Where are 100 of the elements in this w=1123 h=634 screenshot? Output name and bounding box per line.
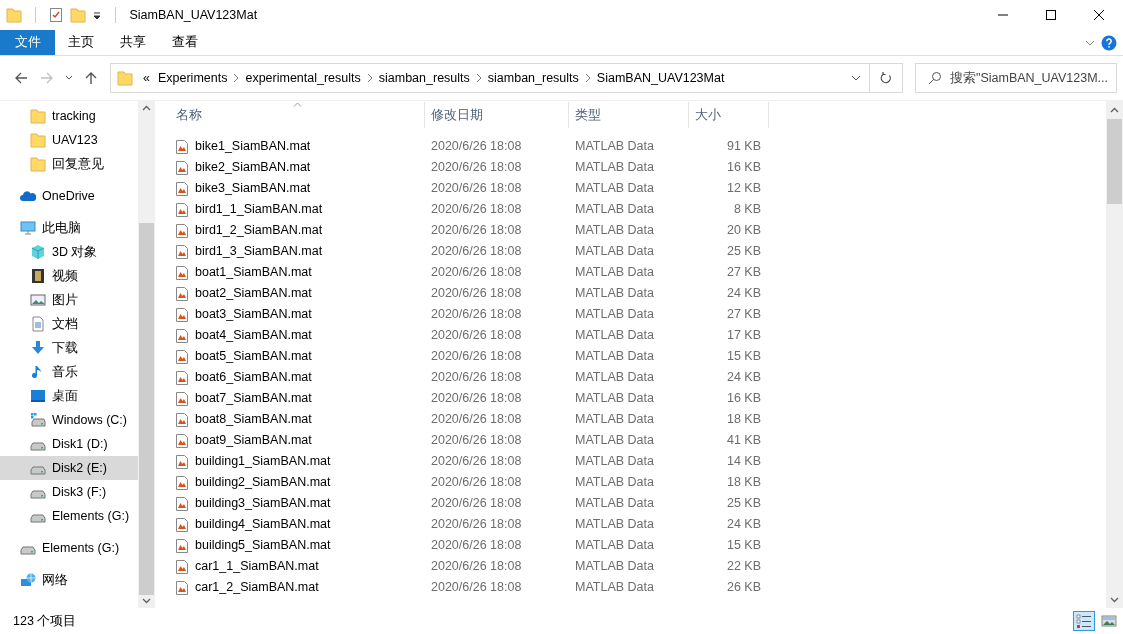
sidebar-item[interactable]: UAV123 [0, 128, 138, 152]
table-cell-text: 22 KB [725, 558, 762, 576]
folder-icon [30, 108, 46, 124]
search-field[interactable]: 搜索"SiamBAN_UAV123M... [915, 63, 1117, 93]
file-name[interactable]: bike2_SiamBAN.mat [195, 158, 311, 177]
table-cell-text: 2020/6/26 18:08 [430, 390, 523, 408]
scroll-thumb[interactable] [1107, 119, 1122, 204]
file-name[interactable]: bike3_SiamBAN.mat [195, 179, 311, 198]
table-cell-text: MATLAB Data [574, 180, 655, 198]
table-cell-text: MATLAB Data [574, 201, 655, 219]
matlab-file-icon [174, 285, 190, 302]
sidebar-item[interactable]: 此电脑 [0, 216, 138, 240]
scroll-thumb[interactable] [139, 222, 154, 595]
sidebar-item[interactable]: OneDrive [0, 184, 138, 208]
table-cell-text: MATLAB Data [574, 453, 655, 471]
file-name[interactable]: boat3_SiamBAN.mat [195, 305, 312, 324]
sidebar-item[interactable]: Disk1 (D:) [0, 432, 138, 456]
ribbon-tab[interactable]: 查看 [159, 30, 211, 55]
file-name[interactable]: bird1_2_SiamBAN.mat [195, 221, 323, 240]
file-name[interactable]: car1_2_SiamBAN.mat [195, 578, 319, 597]
caret-icon [851, 75, 861, 81]
sidebar-item[interactable]: 3D 对象 [0, 240, 138, 264]
table-cell-text: 2020/6/26 18:08 [430, 474, 523, 492]
table-cell-text: 25 KB [725, 495, 762, 513]
column-header[interactable]: 修改日期 [425, 102, 569, 128]
file-name[interactable]: building4_SiamBAN.mat [195, 515, 331, 534]
matlab-file-icon [174, 348, 190, 365]
sidebar-item[interactable]: 回复意见 [0, 152, 138, 176]
picture-icon [1100, 613, 1117, 629]
sidebar-item[interactable]: 文档 [0, 312, 138, 336]
file-name[interactable]: building5_SiamBAN.mat [195, 536, 331, 555]
ribbon-tab[interactable]: 主页 [55, 30, 107, 55]
file-name[interactable]: boat1_SiamBAN.mat [195, 263, 312, 282]
table-cell-text: MATLAB Data [574, 558, 655, 576]
refresh-button[interactable] [870, 63, 903, 93]
table-cell-text: 24 KB [725, 369, 762, 387]
overflow-chevron[interactable]: « [139, 68, 154, 88]
table-cell-text: 27 KB [725, 306, 762, 324]
table-cell-text: 2020/6/26 18:08 [430, 243, 523, 261]
sidebar-item[interactable]: Elements (G:) [0, 504, 138, 528]
sidebar-item[interactable]: Disk2 (E:) [0, 456, 138, 480]
file-name[interactable]: boat9_SiamBAN.mat [195, 431, 312, 450]
details-view-button[interactable] [1072, 611, 1095, 631]
table-cell-text: MATLAB Data [574, 159, 655, 177]
table-cell-text: 27 KB [725, 264, 762, 282]
scroll-down-icon[interactable] [142, 598, 151, 605]
properties-icon[interactable] [47, 7, 64, 23]
scroll-down-icon[interactable] [1110, 596, 1119, 603]
breadcrumb[interactable]: siamban_results [374, 68, 474, 88]
file-name[interactable]: boat7_SiamBAN.mat [195, 389, 312, 408]
sidebar-item[interactable]: 图片 [0, 288, 138, 312]
film-icon [30, 268, 46, 284]
file-name[interactable]: bird1_1_SiamBAN.mat [195, 200, 323, 219]
file-name[interactable]: building3_SiamBAN.mat [195, 494, 331, 513]
item-count: 123 个项目 [13, 612, 77, 630]
file-name[interactable]: boat8_SiamBAN.mat [195, 410, 312, 429]
sidebar-item[interactable]: 下载 [0, 336, 138, 360]
column-header[interactable]: 类型 [569, 102, 689, 128]
sidebar-item[interactable]: Elements (G:) [0, 536, 138, 560]
file-name[interactable]: boat6_SiamBAN.mat [195, 368, 312, 387]
matlab-file-icon [174, 201, 190, 218]
file-menu-tab[interactable]: 文件 [0, 30, 55, 55]
file-name[interactable]: building1_SiamBAN.mat [195, 452, 331, 471]
sidebar-scrollbar[interactable] [138, 101, 155, 608]
file-list-scrollbar[interactable] [1106, 101, 1123, 608]
table-cell-text: 12 KB [725, 180, 762, 198]
column-header[interactable]: 大小 [689, 102, 769, 128]
up-icon [84, 71, 98, 85]
sidebar-item[interactable]: tracking [0, 104, 138, 128]
sidebar-item[interactable]: 音乐 [0, 360, 138, 384]
file-name[interactable]: boat5_SiamBAN.mat [195, 347, 312, 366]
file-name[interactable]: bike1_SiamBAN.mat [195, 137, 311, 156]
table-cell-text: 2020/6/26 18:08 [430, 222, 523, 240]
sidebar-item[interactable]: 桌面 [0, 384, 138, 408]
scroll-up-icon[interactable] [1110, 106, 1119, 113]
file-name[interactable]: bird1_3_SiamBAN.mat [195, 242, 323, 261]
help-icon[interactable] [1100, 34, 1117, 51]
caret-icon [65, 75, 73, 81]
file-name[interactable]: car1_1_SiamBAN.mat [195, 557, 319, 576]
breadcrumb[interactable]: Experiments [153, 68, 232, 88]
sidebar-item[interactable]: Windows (C:) [0, 408, 138, 432]
breadcrumb[interactable]: SiamBAN_UAV123Mat [592, 68, 729, 88]
file-name[interactable]: boat4_SiamBAN.mat [195, 326, 312, 345]
sidebar-item[interactable]: Disk3 (F:) [0, 480, 138, 504]
matlab-file-icon [174, 264, 190, 281]
cloud-icon [20, 188, 36, 204]
matlab-file-icon [174, 306, 190, 323]
matlab-file-icon [174, 537, 190, 554]
sidebar-item[interactable]: 网络 [0, 568, 138, 592]
scroll-up-icon[interactable] [142, 104, 151, 111]
ribbon-tab[interactable]: 共享 [107, 30, 159, 55]
file-name[interactable]: boat2_SiamBAN.mat [195, 284, 312, 303]
column-header[interactable]: 名称 [170, 102, 425, 128]
breadcrumb[interactable]: experimental_results [241, 68, 365, 88]
matlab-file-icon [174, 390, 190, 407]
file-name[interactable]: building2_SiamBAN.mat [195, 473, 331, 492]
sidebar-item[interactable]: 视频 [0, 264, 138, 288]
matlab-file-icon [174, 516, 190, 533]
breadcrumb[interactable]: siamban_results [483, 68, 583, 88]
matlab-file-icon [174, 138, 190, 155]
